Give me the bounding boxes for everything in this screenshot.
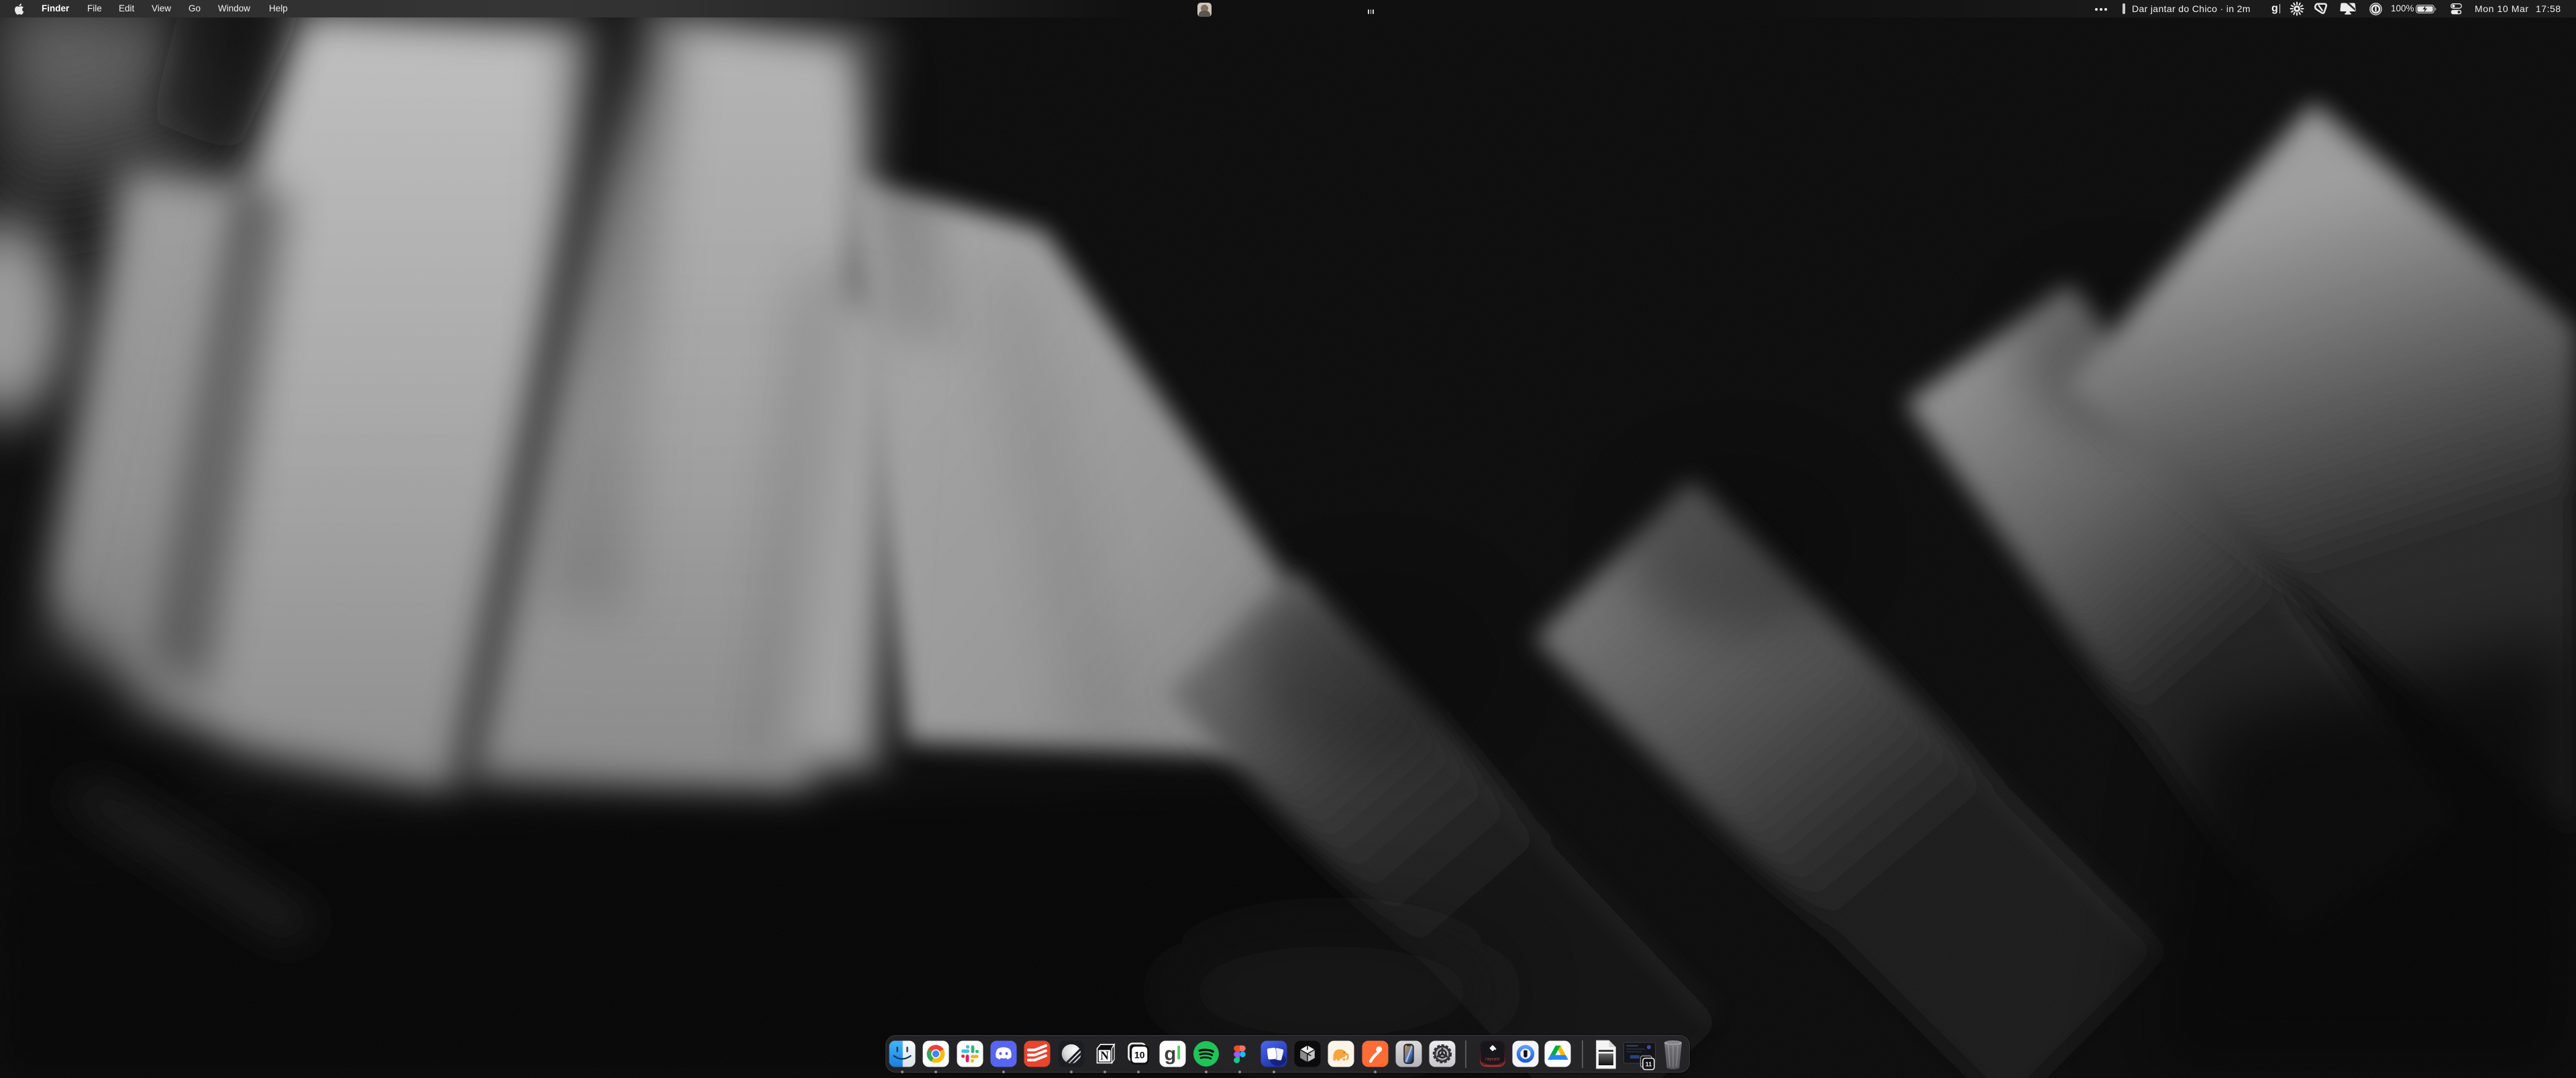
svg-text:g: g bbox=[1165, 1044, 1177, 1065]
svg-text:N: N bbox=[1100, 1049, 1109, 1063]
svg-text:10: 10 bbox=[1134, 1050, 1145, 1061]
svg-text:raycast: raycast bbox=[1485, 1058, 1499, 1062]
svg-text:11: 11 bbox=[1646, 1061, 1652, 1068]
